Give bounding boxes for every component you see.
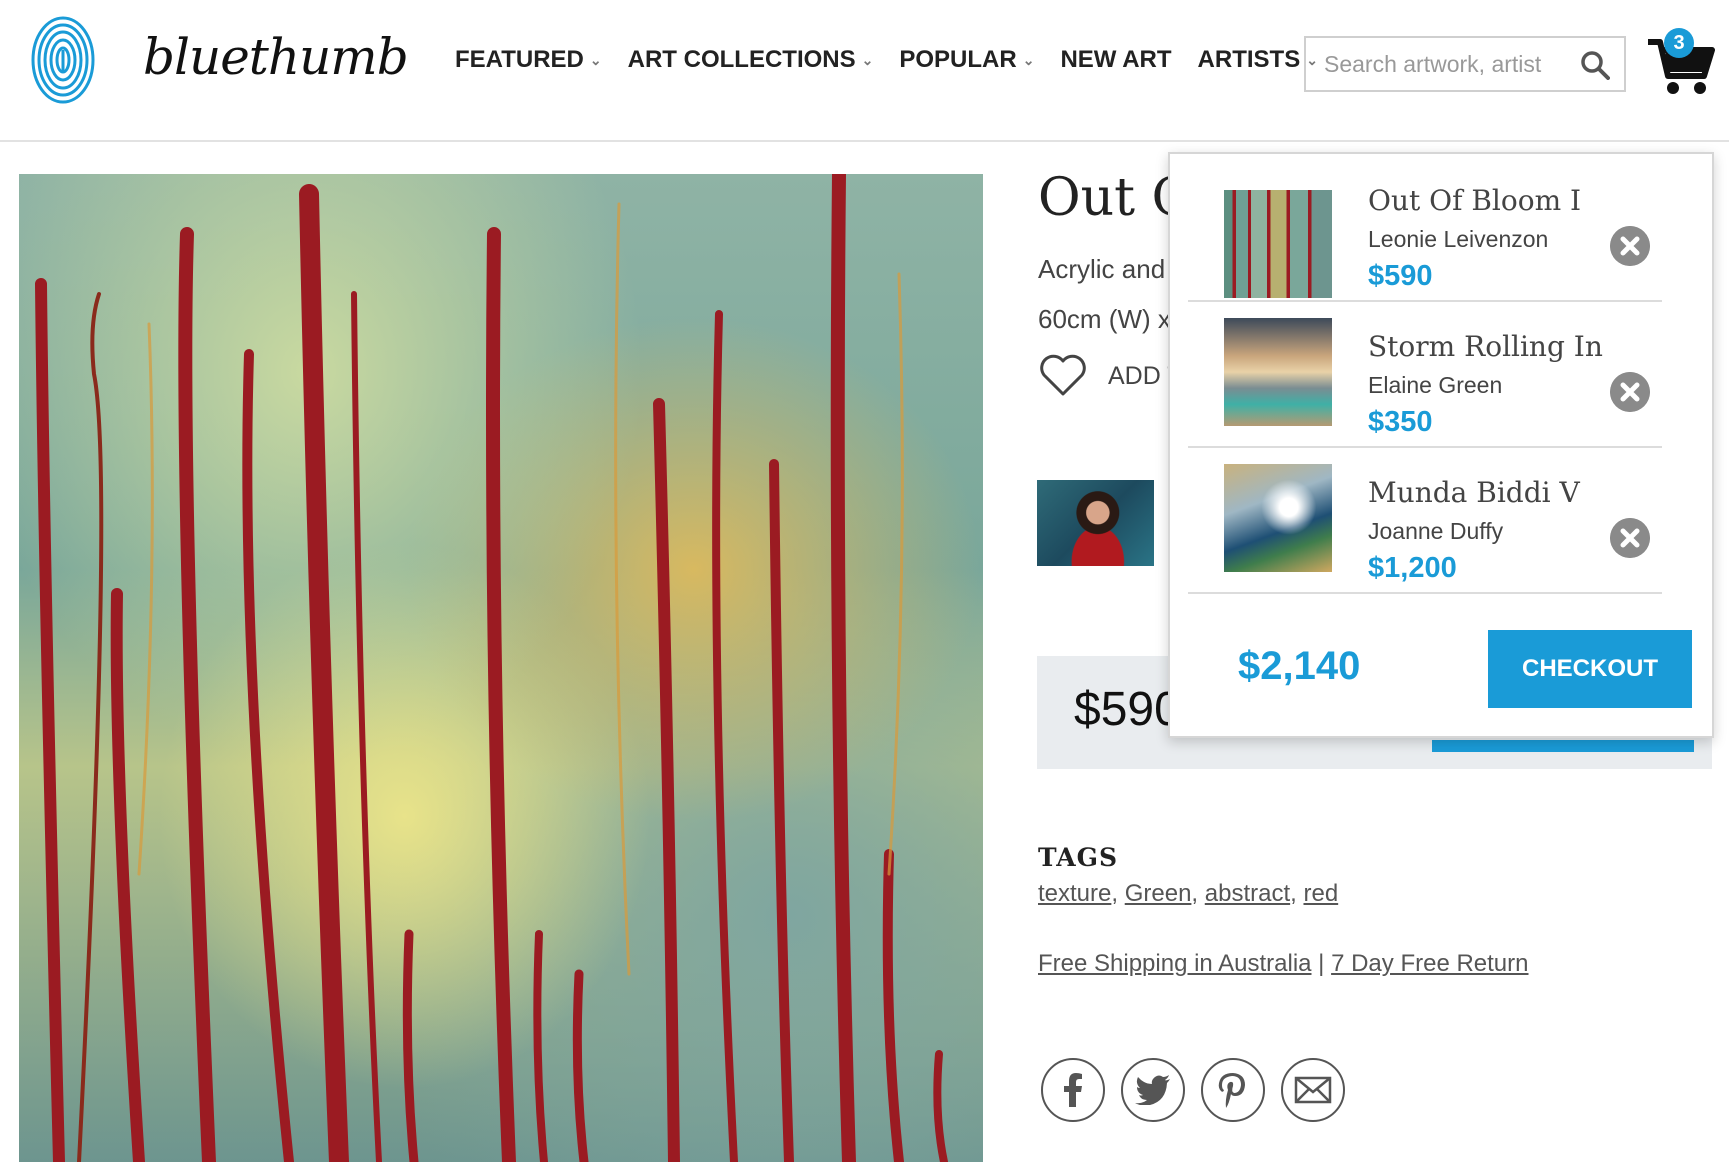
facebook-icon xyxy=(1064,1073,1082,1107)
cart-item-price: $590 xyxy=(1368,260,1433,292)
separator: | xyxy=(1318,950,1325,977)
nav-artists[interactable]: ARTISTS ⌄ xyxy=(1198,46,1318,74)
cart-item: Storm Rolling In Elaine Green $350 xyxy=(1188,300,1662,448)
tags-list: texture, Green, abstract, red xyxy=(1038,880,1339,907)
cart-item-thumbnail[interactable] xyxy=(1224,464,1332,572)
cart-item-title[interactable]: Storm Rolling In xyxy=(1368,330,1603,363)
free-shipping-link[interactable]: Free Shipping in Australia xyxy=(1038,950,1312,977)
cart-item-title[interactable]: Out Of Bloom I xyxy=(1368,184,1581,217)
cart-item-thumbnail[interactable] xyxy=(1224,318,1332,426)
nav-popular[interactable]: POPULAR ⌄ xyxy=(899,46,1034,74)
add-to-favourites[interactable]: ADD T xyxy=(1038,354,1183,398)
site-header: bluethumb FEATURED ⌄ ART COLLECTIONS ⌄ POP… xyxy=(0,0,1729,142)
logo[interactable]: bluethumb xyxy=(28,10,409,110)
tag-link[interactable]: red xyxy=(1303,880,1338,907)
cart-total: $2,140 xyxy=(1238,644,1361,688)
artwork-price: $590 xyxy=(1074,683,1181,736)
pinterest-icon xyxy=(1218,1073,1245,1108)
shipping-info: Free Shipping in Australia | 7 Day Free … xyxy=(1038,950,1529,978)
tags-heading: TAGS xyxy=(1038,843,1119,872)
tag-link[interactable]: abstract xyxy=(1205,880,1290,907)
tag-link[interactable]: Green xyxy=(1125,880,1192,907)
cart-count-badge: 3 xyxy=(1664,28,1694,58)
artwork-image[interactable] xyxy=(19,174,983,1162)
artwork-dimensions: 60cm (W) x xyxy=(1038,304,1171,334)
artwork-medium: Acrylic and xyxy=(1038,254,1166,284)
main-nav: FEATURED ⌄ ART COLLECTIONS ⌄ POPULAR ⌄ NEW … xyxy=(455,46,1344,74)
nav-new-art[interactable]: NEW ART xyxy=(1060,46,1171,74)
cart-item-thumbnail[interactable] xyxy=(1224,190,1332,298)
cart-item-artist: Joanne Duffy xyxy=(1368,518,1504,544)
nav-featured[interactable]: FEATURED ⌄ xyxy=(455,46,602,74)
heart-icon xyxy=(1040,354,1086,396)
free-return-link[interactable]: 7 Day Free Return xyxy=(1331,950,1528,977)
remove-item-icon[interactable] xyxy=(1610,372,1650,412)
cart-item: Munda Biddi V Joanne Duffy $1,200 xyxy=(1188,446,1662,594)
add-to-cart-button[interactable] xyxy=(1432,740,1694,752)
pinterest-share-button[interactable] xyxy=(1201,1058,1265,1122)
cart-item-title[interactable]: Munda Biddi V xyxy=(1368,476,1580,509)
chevron-down-icon: ⌄ xyxy=(589,51,602,68)
nav-art-collections[interactable]: ART COLLECTIONS ⌄ xyxy=(628,46,874,74)
facebook-share-button[interactable] xyxy=(1041,1058,1105,1122)
tag-link[interactable]: texture xyxy=(1038,880,1111,907)
checkout-button[interactable]: CHECKOUT xyxy=(1488,630,1692,708)
cart-item-price: $350 xyxy=(1368,406,1433,438)
cart-item-artist: Leonie Leivenzon xyxy=(1368,226,1549,252)
remove-item-icon[interactable] xyxy=(1610,226,1650,266)
search-input[interactable] xyxy=(1322,50,1576,79)
social-share xyxy=(1041,1058,1361,1122)
cart-dropdown: Out Of Bloom I Leonie Leivenzon $590 Sto… xyxy=(1168,152,1714,738)
twitter-icon xyxy=(1135,1075,1170,1105)
chevron-down-icon: ⌄ xyxy=(1022,51,1035,68)
cart-item-price: $1,200 xyxy=(1368,552,1457,584)
fingerprint-icon xyxy=(31,16,95,104)
cart-item: Out Of Bloom I Leonie Leivenzon $590 xyxy=(1188,154,1662,302)
email-share-button[interactable] xyxy=(1281,1058,1345,1122)
search-box xyxy=(1304,36,1626,92)
twitter-share-button[interactable] xyxy=(1121,1058,1185,1122)
cart-item-artist: Elaine Green xyxy=(1368,372,1503,398)
search-icon[interactable] xyxy=(1580,50,1610,80)
artwork-drips xyxy=(35,174,948,1162)
logo-text: bluethumb xyxy=(143,28,409,86)
remove-item-icon[interactable] xyxy=(1610,518,1650,558)
envelope-icon xyxy=(1294,1076,1332,1104)
chevron-down-icon: ⌄ xyxy=(861,51,874,68)
artist-avatar[interactable] xyxy=(1037,480,1154,566)
